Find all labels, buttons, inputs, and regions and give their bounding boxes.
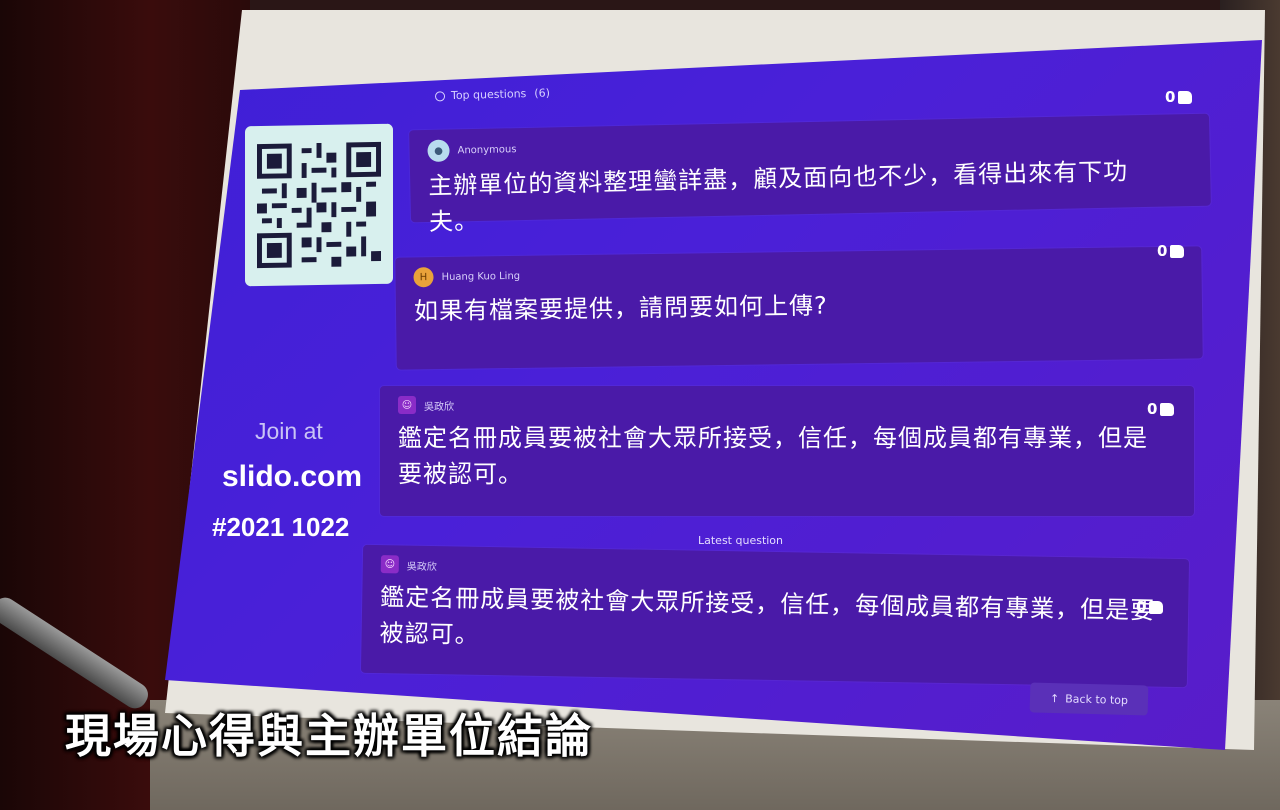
question-author: H Huang Kuo Ling — [413, 257, 1183, 288]
clock-icon — [434, 90, 446, 102]
like-count[interactable]: 0 — [1147, 400, 1175, 418]
back-to-top-label: Back to top — [1065, 691, 1129, 707]
latest-question-card[interactable]: ☺ 吳政欣 鑑定名冊成員要被社會大眾所接受，信任，每個成員都有專業，但是要被認可… — [360, 544, 1190, 688]
question-text: 如果有檔案要提供，請問要如何上傳? — [413, 291, 828, 326]
author-name: 吳政欣 — [424, 401, 454, 413]
question-text: 鑑定名冊成員要被社會大眾所接受，信任，每個成員都有專業，但是要被認可。 — [398, 424, 1148, 488]
latest-question-label: Latest question — [698, 534, 784, 547]
like-count-value: 0 — [1147, 400, 1158, 418]
like-count[interactable]: 0 — [1157, 242, 1185, 260]
person-icon: ☺ — [398, 396, 416, 414]
join-url: slido.com — [222, 460, 363, 493]
question-card[interactable]: ☺ 吳政欣 鑑定名冊成員要被社會大眾所接受，信任，每個成員都有專業，但是要被認可… — [380, 386, 1194, 516]
top-questions-count: (6) — [534, 86, 551, 100]
video-caption: 現場心得與主辦單位結論 — [65, 709, 593, 763]
like-count[interactable]: 0 — [1136, 598, 1164, 616]
like-count[interactable]: 0 — [1165, 88, 1193, 106]
like-count-value: 0 — [1136, 598, 1147, 616]
thumbs-up-icon — [1160, 402, 1175, 416]
thumbs-up-icon — [1178, 90, 1193, 104]
author-name: 吳政欣 — [406, 561, 437, 573]
like-count-value: 0 — [1165, 88, 1176, 106]
join-label: Join at — [255, 418, 323, 444]
qr-code — [245, 123, 393, 287]
qr-code-icon — [257, 141, 381, 269]
like-count-value: 0 — [1157, 242, 1168, 260]
author-name: Huang Kuo Ling — [441, 270, 521, 283]
event-code: #2021 1022 — [212, 512, 350, 542]
arrow-up-icon: ↑ — [1049, 691, 1060, 705]
avatar: H — [413, 267, 434, 288]
thumbs-up-icon — [1149, 600, 1164, 614]
question-card[interactable]: ● Anonymous 主辦單位的資料整理蠻詳盡，顧及面向也不少，看得出來有下功… — [409, 113, 1211, 236]
person-icon: ● — [427, 139, 450, 163]
person-icon: ☺ — [380, 555, 399, 574]
question-text: 鑑定名冊成員要被社會大眾所接受，信任，每個成員都有專業，但是要被認可。 — [379, 583, 1156, 649]
author-name: Anonymous — [457, 143, 517, 156]
question-author: ☺ 吳政欣 — [398, 396, 1176, 414]
top-questions-label: Top questions — [450, 87, 527, 103]
thumbs-up-icon — [1170, 244, 1185, 258]
back-to-top-button[interactable]: ↑ Back to top — [1029, 682, 1149, 716]
question-card[interactable]: H Huang Kuo Ling 如果有檔案要提供，請問要如何上傳? — [395, 246, 1203, 370]
